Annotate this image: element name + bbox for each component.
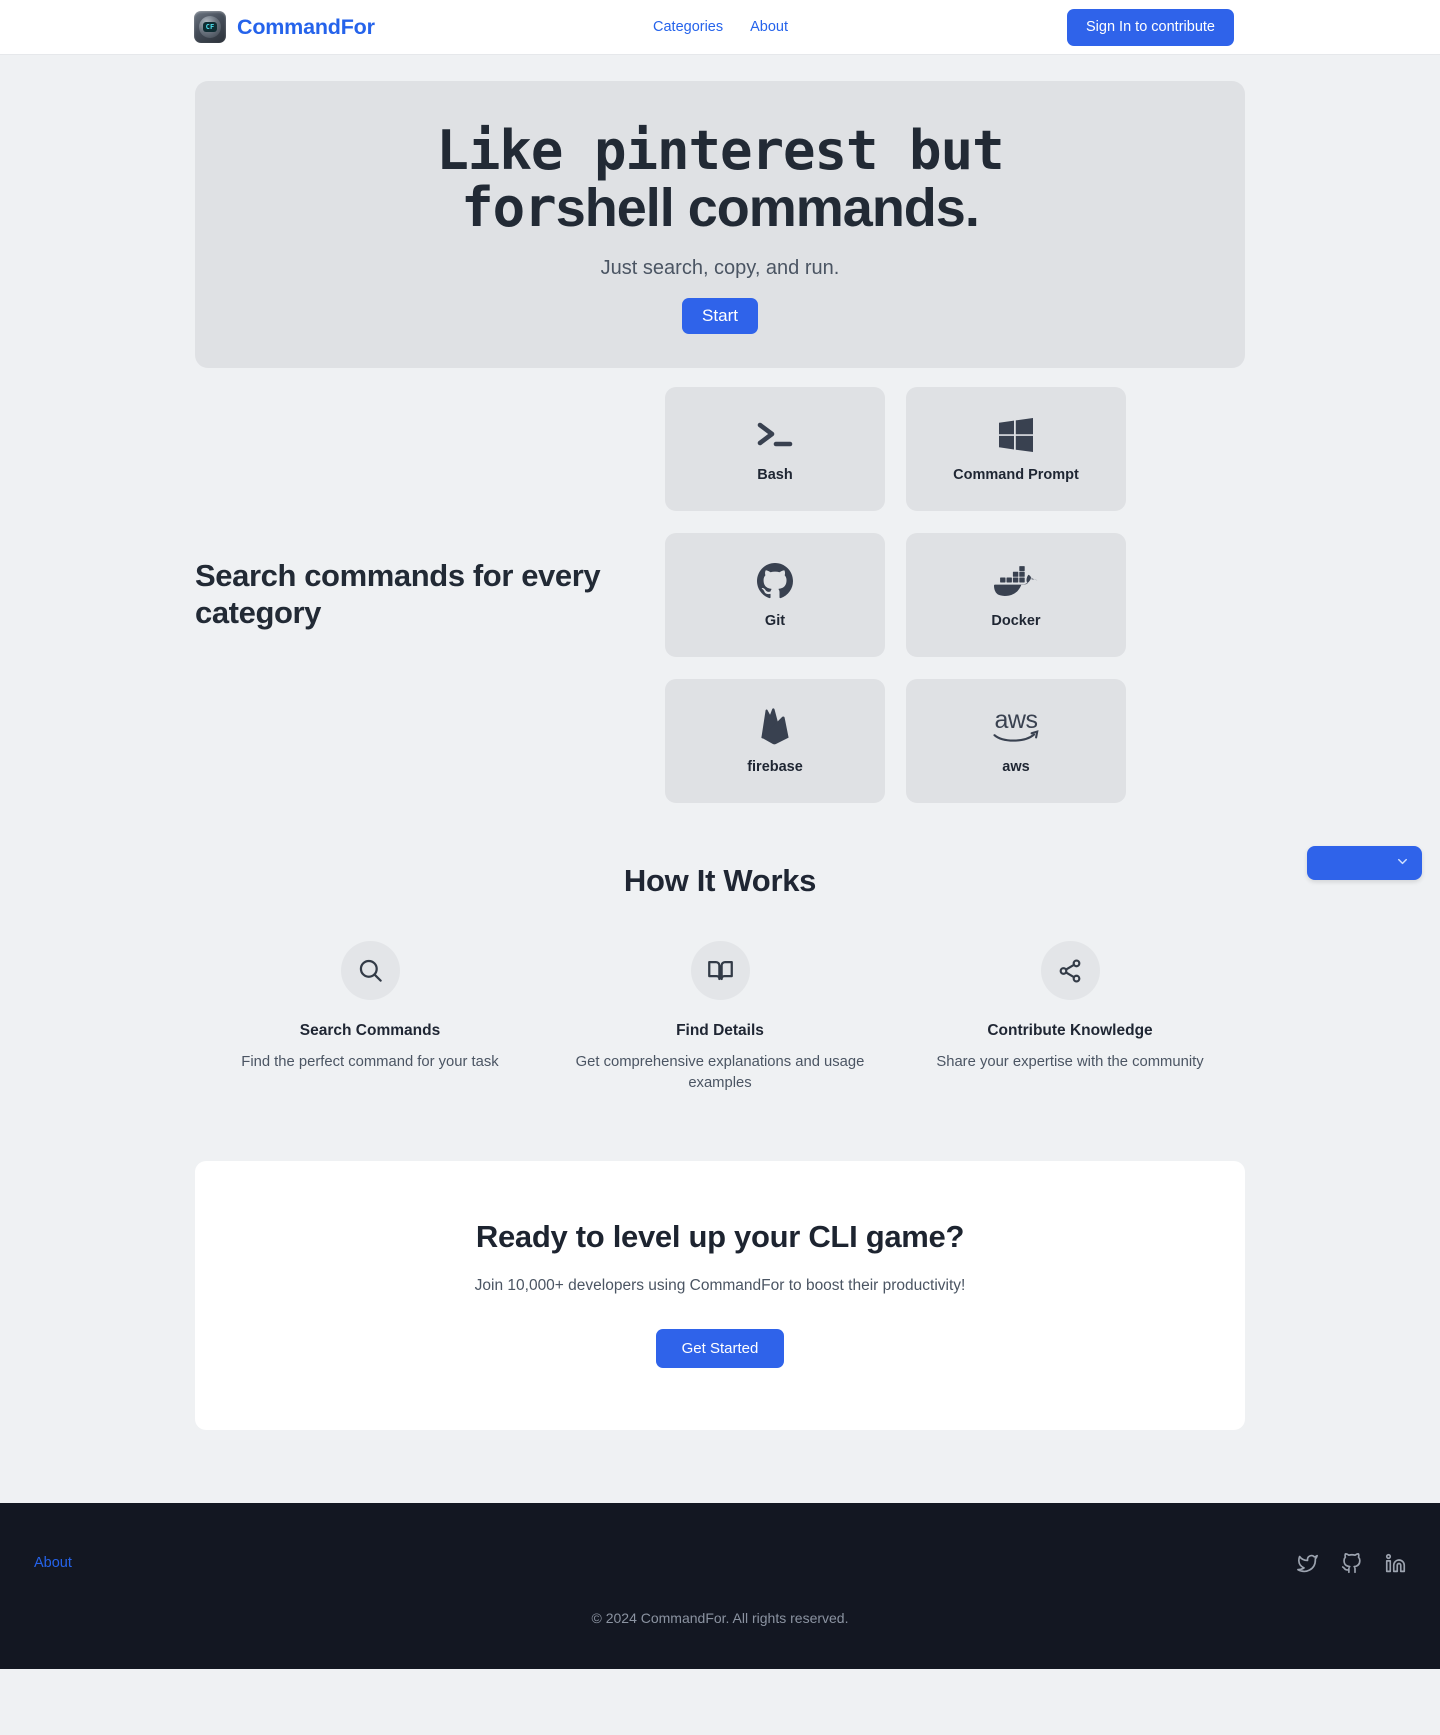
how-step-desc: Get comprehensive explanations and usage… [575, 1054, 865, 1092]
brand-name: CommandFor [237, 14, 375, 39]
how-step-contribute: Contribute Knowledge Share your expertis… [895, 941, 1245, 1095]
twitter-icon[interactable] [1297, 1553, 1318, 1574]
categories-section: Search commands for every category Bash [195, 387, 1245, 803]
get-started-button[interactable]: Get Started [655, 1328, 785, 1368]
nav-link-categories[interactable]: Categories [653, 19, 723, 35]
linkedin-icon[interactable] [1385, 1553, 1406, 1574]
hero-title-line2-a: for [461, 176, 557, 239]
category-card-bash[interactable]: Bash [665, 387, 885, 511]
share-icon [1040, 941, 1100, 1000]
cta-subtitle: Join 10,000+ developers using CommandFor… [474, 1276, 966, 1294]
hero-title-line1: Like pinterest but [436, 119, 1004, 183]
how-it-works-title: How It Works [623, 863, 817, 898]
category-label: Command Prompt [953, 466, 1079, 483]
category-card-git[interactable]: Git [665, 533, 885, 657]
sign-in-button[interactable]: Sign In to contribute [1067, 8, 1234, 46]
how-step-title: Find Details [676, 1022, 764, 1039]
category-card-firebase[interactable]: firebase [665, 679, 885, 803]
windows-logo-icon [999, 416, 1033, 454]
category-label: firebase [747, 758, 803, 775]
footer-copyright: © 2024 CommandFor. All rights reserved. [591, 1609, 849, 1626]
how-it-works-grid: Search Commands Find the perfect command… [195, 941, 1245, 1095]
category-card-command-prompt[interactable]: Command Prompt [906, 387, 1126, 511]
category-label: Bash [757, 466, 793, 483]
cta-title: Ready to level up your CLI game? [475, 1218, 965, 1254]
footer-social-links [1297, 1552, 1406, 1574]
nav-links: Categories About [653, 19, 788, 35]
chevron-down-icon [1395, 854, 1410, 872]
floating-dropdown-button[interactable] [1307, 846, 1422, 880]
categories-grid: Bash Command Prompt Git Docker firebase … [665, 387, 1126, 803]
book-open-icon [690, 941, 750, 1000]
categories-heading: Search commands for every category [195, 558, 601, 630]
top-navbar: CF CommandFor Categories About Sign In t… [0, 0, 1440, 55]
docker-whale-icon [994, 562, 1038, 600]
category-label: Git [764, 612, 786, 629]
hero-title: Like pinterest but forshell commands. [436, 122, 1004, 239]
how-step-search: Search Commands Find the perfect command… [195, 941, 545, 1095]
terminal-prompt-icon [755, 416, 795, 454]
robot-helmet-icon: CF [194, 11, 226, 43]
hero-start-button[interactable]: Start [682, 297, 758, 334]
nav-link-about[interactable]: About [750, 19, 788, 35]
how-step-title: Search Commands [299, 1022, 441, 1039]
brand-logo-link[interactable]: CF CommandFor [194, 11, 375, 43]
category-card-docker[interactable]: Docker [906, 533, 1126, 657]
how-step-desc: Share your expertise with the community [936, 1054, 1204, 1070]
hero-title-line2-b: shell commands. [555, 178, 980, 238]
cta-card: Ready to level up your CLI game? Join 10… [195, 1160, 1245, 1430]
footer-link-about[interactable]: About [34, 1555, 72, 1571]
page-footer: About © 2024 CommandFor. All rights rese… [0, 1502, 1440, 1669]
category-label: aws [1002, 758, 1030, 775]
how-step-desc: Find the perfect command for your task [241, 1054, 499, 1070]
hero-banner: Like pinterest but forshell commands. Ju… [195, 81, 1245, 368]
github-icon[interactable] [1341, 1552, 1362, 1574]
aws-logo-icon: aws [993, 708, 1039, 746]
page-root: CF CommandFor Categories About Sign In t… [0, 0, 1440, 1669]
how-step-title: Contribute Knowledge [987, 1022, 1153, 1039]
search-icon [340, 941, 400, 1000]
hero-subtitle: Just search, copy, and run. [600, 256, 840, 279]
category-card-aws[interactable]: aws aws [906, 679, 1126, 803]
github-octocat-icon [757, 562, 793, 600]
how-step-details: Find Details Get comprehensive explanati… [545, 941, 895, 1095]
firebase-flame-icon [759, 707, 791, 746]
brand-logo-text: CF [203, 22, 217, 32]
category-label: Docker [991, 612, 1041, 629]
how-it-works-section: How It Works Search Commands Find the pe… [195, 863, 1245, 1095]
